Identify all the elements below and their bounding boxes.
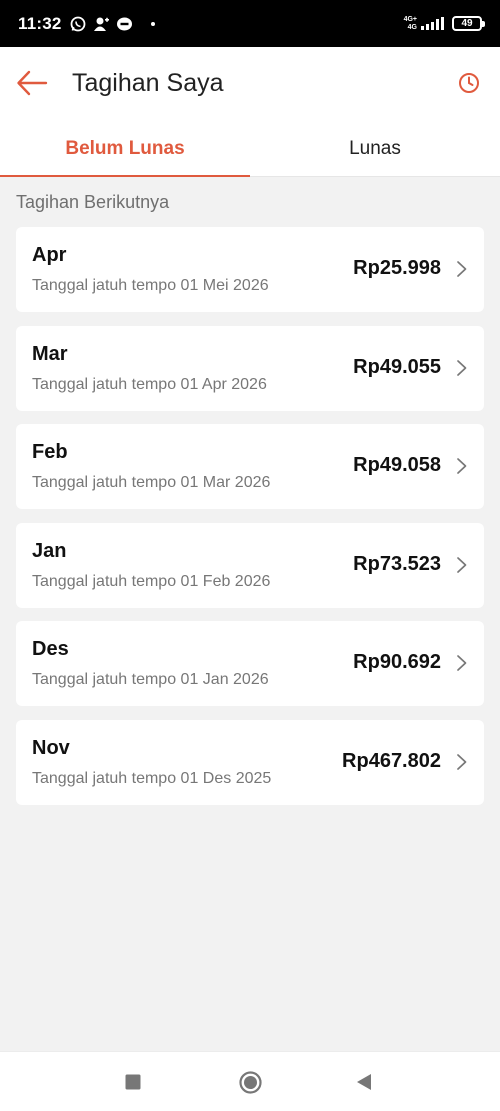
more-notifications-dot [150, 21, 155, 26]
bill-due-date: Tanggal jatuh tempo 01 Des 2025 [32, 769, 272, 787]
bill-amount: Rp49.055 [353, 355, 441, 378]
bill-month: Jan [32, 539, 67, 562]
signal-icon [421, 17, 444, 30]
tab-belum-lunas[interactable]: Belum Lunas [0, 122, 250, 177]
bill-amount: Rp49.058 [353, 454, 441, 476]
bill-card[interactable]: Feb Tanggal jatuh tempo 01 Mar 2026 Rp49… [16, 424, 484, 509]
triangle-back-icon [357, 1074, 371, 1090]
page-title: Tagihan Saya [72, 69, 224, 97]
battery-level: 49 [461, 17, 473, 29]
network-sub: 4G [407, 23, 417, 31]
app-header: Tagihan Saya [0, 47, 500, 122]
bill-amount: Rp90.692 [353, 651, 441, 673]
bill-card[interactable]: Apr Tanggal jatuh tempo 01 Mei 2026 Rp25… [16, 227, 484, 312]
chevron-right-icon [457, 556, 467, 573]
contact-icon [93, 15, 110, 32]
history-button[interactable] [458, 72, 480, 94]
arrow-left-icon [17, 70, 48, 96]
circle-icon [239, 1071, 262, 1094]
system-nav-bar [0, 1051, 500, 1111]
notification-icons [70, 15, 155, 32]
bill-amount: Rp25.998 [353, 257, 441, 279]
bill-amount: Rp467.802 [342, 749, 441, 772]
network-label: 4G+ 4G [404, 16, 417, 32]
bill-month: Feb [32, 441, 68, 463]
bill-card[interactable]: Des Tanggal jatuh tempo 01 Jan 2026 Rp90… [16, 621, 484, 706]
home-button[interactable] [239, 1071, 262, 1099]
bill-list: Apr Tanggal jatuh tempo 01 Mei 2026 Rp25… [16, 227, 484, 818]
bill-card[interactable]: Jan Tanggal jatuh tempo 01 Feb 2026 Rp73… [16, 522, 484, 608]
bill-due-date: Tanggal jatuh tempo 01 Jan 2026 [32, 671, 269, 688]
nav-back-button[interactable] [356, 1073, 372, 1096]
bill-amount: Rp73.523 [353, 552, 441, 575]
bill-card[interactable]: Nov Tanggal jatuh tempo 01 Des 2025 Rp46… [16, 719, 484, 805]
section-label: Tagihan Berikutnya [16, 192, 170, 212]
recents-button[interactable] [125, 1074, 141, 1095]
chevron-right-icon [457, 359, 467, 376]
whatsapp-icon [70, 15, 87, 32]
bill-month: Mar [32, 342, 68, 365]
bill-tabs: Belum Lunas Lunas [0, 122, 500, 177]
chevron-right-icon [457, 261, 467, 277]
chevron-right-icon [457, 655, 467, 671]
clock-icon [459, 73, 479, 93]
message-icon [116, 15, 133, 32]
bill-month: Apr [32, 244, 67, 266]
chevron-right-icon [457, 753, 467, 770]
square-icon [125, 1074, 141, 1090]
bill-due-date: Tanggal jatuh tempo 01 Mar 2026 [32, 474, 271, 491]
status-time: 11:32 [18, 13, 62, 33]
status-bar: 11:32 4G+ 4G 49 [0, 0, 500, 47]
chevron-right-icon [457, 458, 467, 474]
back-button[interactable] [16, 69, 48, 97]
bill-due-date: Tanggal jatuh tempo 01 Apr 2026 [32, 375, 267, 393]
network-type: 4G+ [403, 15, 417, 23]
status-right: 4G+ 4G 49 [404, 16, 485, 32]
bill-due-date: Tanggal jatuh tempo 01 Mei 2026 [32, 277, 269, 294]
bill-due-date: Tanggal jatuh tempo 01 Feb 2026 [32, 572, 271, 590]
tab-lunas[interactable]: Lunas [250, 122, 500, 176]
bill-month: Des [32, 638, 69, 660]
bill-card[interactable]: Mar Tanggal jatuh tempo 01 Apr 2026 Rp49… [16, 325, 484, 411]
bill-month: Nov [32, 736, 70, 759]
battery-icon: 49 [452, 16, 485, 31]
